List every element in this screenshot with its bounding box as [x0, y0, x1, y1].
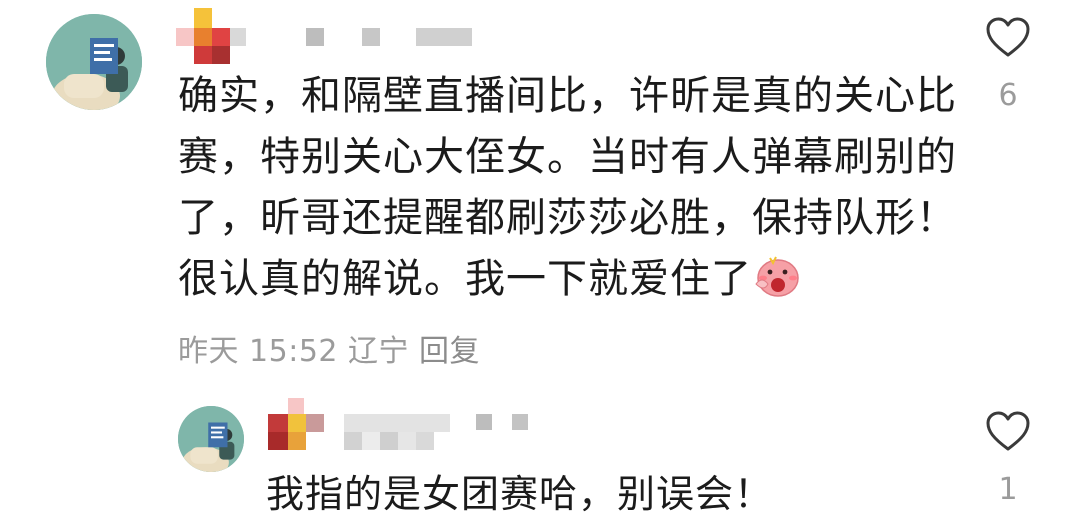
heart-outline-icon[interactable] — [985, 16, 1031, 58]
comment-body: 确实，和隔壁直播间比，许昕是真的关心比 赛，特别关心大侄女。当时有人弹幕刷别的 … — [178, 66, 958, 316]
like-button[interactable]: 6 — [980, 16, 1036, 113]
reply-username-redacted[interactable] — [268, 398, 528, 454]
username-redacted[interactable] — [176, 8, 472, 68]
comment-line: 了，昕哥还提醒都刷莎莎必胜，保持队形！ — [178, 195, 957, 241]
comment-line-with-emoji: 很认真的解说。我一下就爱住了 — [178, 249, 958, 316]
reply-body: 我指的是女团赛哈，别误会！ — [266, 472, 774, 516]
reply-button[interactable]: 回复 — [419, 334, 480, 369]
timestamp: 昨天 15:52 — [178, 334, 338, 369]
reply-avatar[interactable] — [178, 406, 244, 472]
comment-line: 确实，和隔壁直播间比，许昕是真的关心比 — [178, 73, 957, 119]
heart-outline-icon[interactable] — [985, 410, 1031, 452]
like-count: 6 — [998, 78, 1018, 113]
reply-like-count: 1 — [998, 472, 1018, 507]
avatar[interactable] — [46, 14, 142, 110]
reply-like-button[interactable]: 1 — [980, 410, 1036, 507]
comment-meta: 昨天 15:52 辽宁 回复 — [178, 326, 490, 370]
pig-face-emoji — [752, 254, 800, 316]
comment-line: 赛，特别关心大侄女。当时有人弹幕刷别的 — [178, 134, 957, 180]
location: 辽宁 — [348, 334, 409, 369]
